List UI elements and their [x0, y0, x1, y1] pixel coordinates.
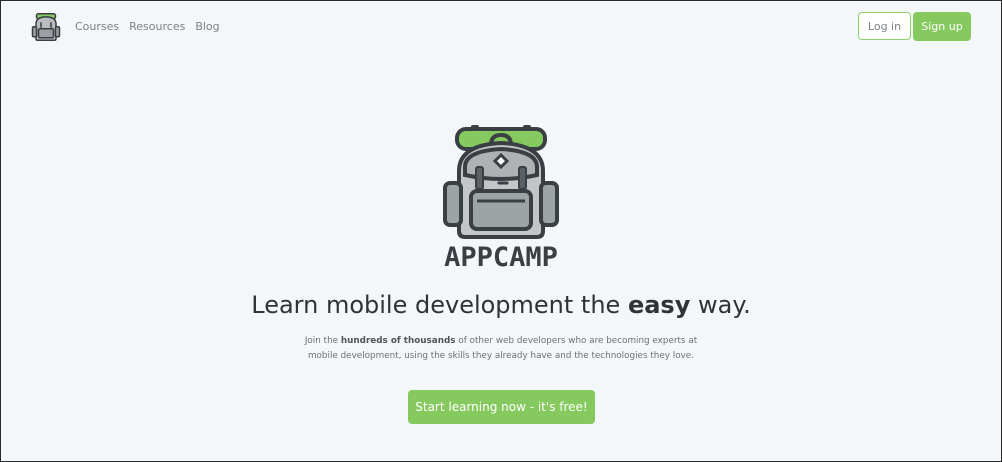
nav-blog[interactable]: Blog [195, 20, 219, 34]
start-learning-button[interactable]: Start learning now - it's free! [408, 390, 595, 424]
headline-emphasis: easy [627, 291, 691, 319]
hero-headline: Learn mobile development the easy way. [151, 288, 851, 322]
nav-resources[interactable]: Resources [129, 20, 185, 34]
subtitle-prefix: Join the [304, 336, 341, 346]
page: Courses Resources Blog Log in Sign up AP… [0, 0, 1002, 462]
brand-name: APPCAMP [444, 242, 558, 273]
main-nav: Courses Resources Blog [75, 20, 220, 34]
backpack-icon[interactable] [31, 12, 61, 42]
subtitle-emphasis: hundreds of thousands [340, 336, 456, 346]
signup-button[interactable]: Sign up [913, 12, 971, 41]
login-button[interactable]: Log in [858, 12, 911, 40]
nav-courses[interactable]: Courses [75, 20, 119, 34]
backpack-icon [443, 125, 559, 239]
headline-prefix: Learn mobile development the [251, 291, 628, 319]
hero-subtitle: Join the hundreds of thousands of other … [291, 334, 711, 364]
headline-suffix: way. [690, 291, 751, 319]
site-header: Courses Resources Blog Log in Sign up [1, 1, 1001, 53]
